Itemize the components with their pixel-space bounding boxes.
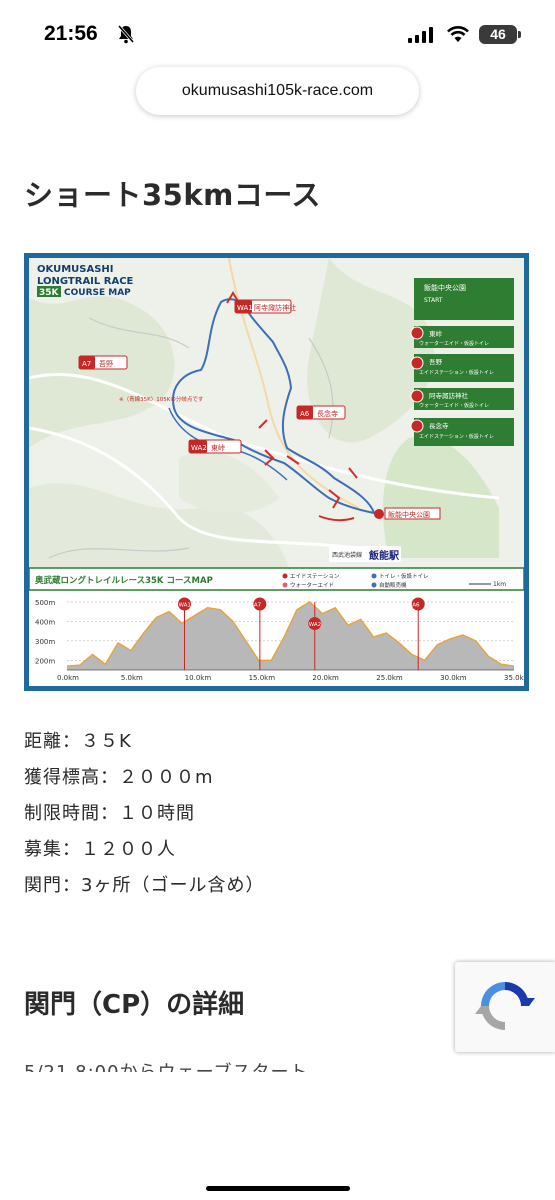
course-map-image[interactable]: OKUMUSASHI LONGTRAIL RACE 35K COURSE MAP… bbox=[24, 253, 529, 691]
status-time: 21:56 bbox=[44, 22, 98, 45]
marker-label: WA2 bbox=[309, 622, 321, 628]
status-bar: 21:56 46 bbox=[0, 0, 555, 60]
course-specs: 距離：３５K 獲得標高：２０００m 制限時間：１０時間 募集：１２００人 関門：… bbox=[24, 730, 264, 910]
wifi-icon bbox=[447, 26, 469, 42]
wave-start-text: 5/21 8:00からウェーブスタート bbox=[24, 1058, 308, 1072]
x-tick-label: 30.0km bbox=[440, 674, 467, 682]
marker-label: A7 bbox=[254, 603, 262, 609]
y-tick-label: 200m bbox=[35, 657, 55, 665]
map-place-name-wa2: 東峠 bbox=[211, 443, 225, 452]
course-map-graphic: OKUMUSASHI LONGTRAIL RACE 35K COURSE MAP… bbox=[29, 258, 524, 686]
elevation-chart: 500m 400m 300m 200m 0.0km 5.0km 10.0km 15.0km 20… bbox=[29, 592, 524, 686]
map-header-badge: 35K bbox=[39, 288, 60, 298]
spec-checkpoints: 関門：3ヶ所（ゴール含め） bbox=[24, 875, 265, 896]
legend-water: ウォーターエイド bbox=[290, 581, 334, 589]
map-station-label: 飯能駅 bbox=[368, 549, 400, 562]
x-tick-label: 0.0km bbox=[57, 674, 79, 682]
x-tick-label: 35.0km bbox=[504, 674, 524, 682]
y-tick-label: 400m bbox=[35, 618, 55, 626]
recaptcha-icon bbox=[475, 982, 535, 1030]
marker-label: A6 bbox=[412, 603, 420, 609]
map-place-tag-wa2: WA2 bbox=[191, 444, 207, 452]
page-title: ショート35kmコース bbox=[24, 178, 321, 212]
map-place-tag-wa1: WA1 bbox=[237, 304, 253, 312]
map-card-sub-4: ウォーターエイド・仮設トイレ bbox=[419, 402, 489, 409]
map-banner: 奥武蔵ロングトレイルレース35K コースMAP bbox=[34, 575, 213, 586]
map-place-name-a6: 長念寺 bbox=[317, 409, 338, 418]
y-tick-label: 500m bbox=[35, 599, 55, 607]
browser-bottom-area bbox=[0, 1074, 555, 1200]
map-card-sub-5: エイドステーション・仮設トイレ bbox=[419, 433, 494, 440]
bell-slash-icon bbox=[117, 25, 135, 44]
x-tick-label: 20.0km bbox=[312, 674, 339, 682]
map-header-line2: LONGTRAIL RACE bbox=[37, 276, 134, 287]
url-bar[interactable]: okumusashi105k-race.com bbox=[136, 67, 419, 115]
map-place-name-a7: 吾野 bbox=[99, 360, 113, 368]
map-branch-note: ※（青線35K）105Kの分岐点です bbox=[119, 395, 204, 403]
map-place-tag-a7: A7 bbox=[82, 360, 91, 368]
map-start-label: 飯能中央公園 bbox=[388, 510, 430, 519]
map-card-title-5: 長念寺 bbox=[429, 421, 449, 430]
x-tick-label: 10.0km bbox=[185, 674, 212, 682]
x-tick-label: 5.0km bbox=[121, 674, 143, 682]
marker-label: WA1 bbox=[178, 603, 190, 609]
map-header-line1: OKUMUSASHI bbox=[37, 264, 114, 275]
x-tick-label: 25.0km bbox=[376, 674, 403, 682]
legend-scale: 1km bbox=[493, 581, 506, 588]
map-info-cards: 飯能中央公園 START 東峠 ウォーターエイド・仮設トイレ 吾野 エイドステー… bbox=[410, 278, 514, 446]
y-tick-label: 300m bbox=[35, 638, 55, 646]
map-card-title-start: 飯能中央公園 bbox=[424, 283, 466, 292]
map-card-title-2: 東峠 bbox=[429, 329, 443, 338]
legend-toilet: トイレ・仮設トイレ bbox=[379, 572, 429, 580]
map-station-sub: 西武池袋線 bbox=[332, 551, 362, 559]
map-card-sub-2: ウォーターエイド・仮設トイレ bbox=[419, 340, 489, 347]
signal-icon bbox=[408, 27, 433, 43]
legend-vending: 自動販売機 bbox=[379, 581, 407, 589]
map-card-sub-3: エイドステーション・仮設トイレ bbox=[419, 369, 494, 376]
recaptcha-badge[interactable] bbox=[455, 962, 555, 1052]
map-header-line3: COURSE MAP bbox=[64, 288, 131, 298]
map-card-sub-start: START bbox=[424, 297, 443, 304]
map-card-title-3: 吾野 bbox=[429, 358, 443, 366]
spec-capacity: 募集：１２００人 bbox=[24, 839, 176, 860]
map-place-tag-a6: A6 bbox=[300, 410, 310, 418]
map-card-title-4: 阿寺諏訪神社 bbox=[429, 391, 469, 400]
spec-distance: 距離：３５K bbox=[24, 731, 132, 752]
legend-aid: エイドステーション bbox=[290, 573, 340, 580]
spec-time-limit: 制限時間：１０時間 bbox=[24, 803, 195, 824]
battery-icon: 46 bbox=[479, 25, 521, 44]
x-tick-label: 15.0km bbox=[249, 674, 276, 682]
home-indicator[interactable] bbox=[206, 1186, 350, 1191]
spec-elevation-gain: 獲得標高：２０００m bbox=[24, 767, 214, 788]
map-place-name-wa1: 阿寺諏訪神社 bbox=[254, 303, 296, 312]
section-title-checkpoints: 関門（CP）の詳細 bbox=[24, 990, 245, 1020]
